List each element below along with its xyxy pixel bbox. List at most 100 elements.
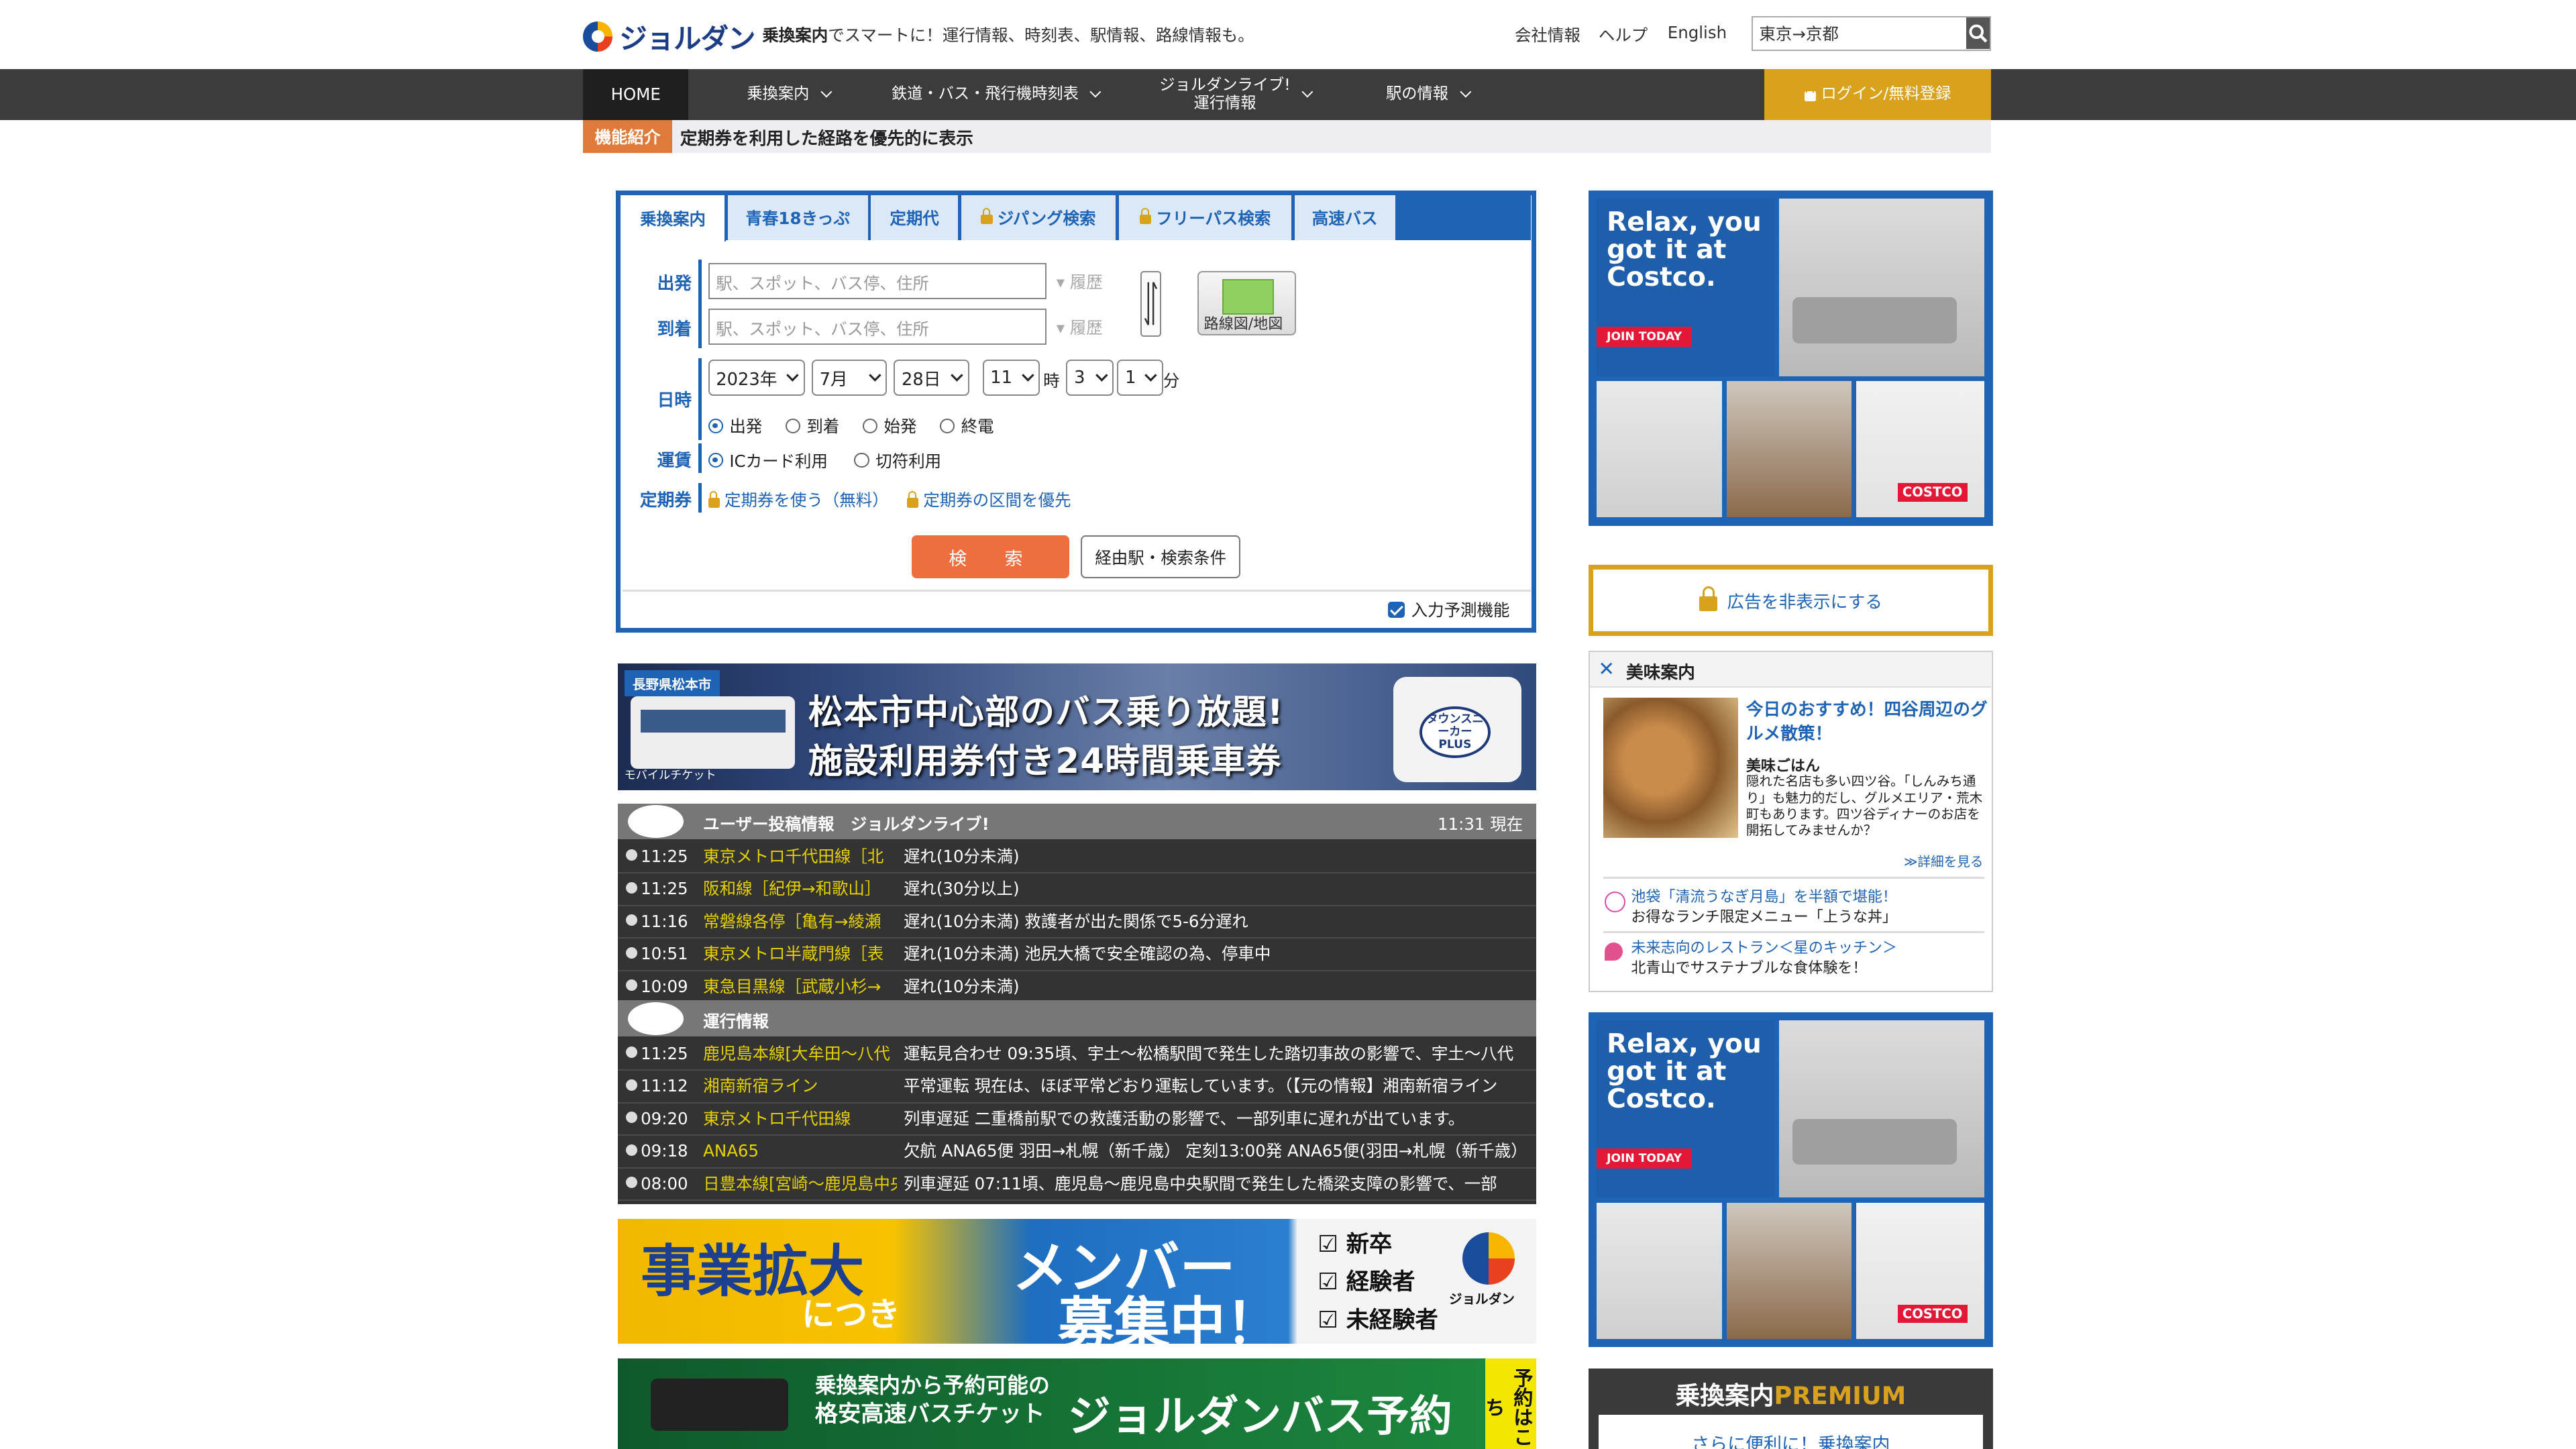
radio-ic-card[interactable]: ICカード利用 — [708, 449, 828, 472]
costco-ad-1[interactable]: Relax, you got it at Costco. JOIN TODAY … — [1589, 191, 1993, 526]
recruit-banner[interactable]: 事業拡大 につき メンバー 募集中！ ☑ 新卒 ☑ 経験者 ☑ 未経験者 ジョルダン — [617, 1219, 1536, 1344]
food-image[interactable] — [1603, 698, 1738, 838]
nav-transfer[interactable]: 乗換案内 — [723, 69, 855, 120]
login-button[interactable]: ログイン/無料登録 — [1764, 68, 1992, 120]
route-map-button[interactable]: 路線図/地図 — [1197, 271, 1297, 335]
row-line[interactable]: 鹿児島本線[大牟田～八代 — [703, 1038, 897, 1070]
info-row[interactable]: 09:20 東京メトロ千代田線 列車遅延 二重橋前駅での救護活動の影響で、一部列車に… — [617, 1104, 1536, 1136]
from-input[interactable]: 駅、スポット、バス停、住所 — [708, 262, 1046, 299]
chevron-down-icon — [1021, 369, 1034, 382]
english-link[interactable]: English — [1668, 23, 1727, 42]
day-select[interactable]: 28日 — [894, 360, 969, 396]
search-conditions-button[interactable]: 経由駅・検索条件 — [1081, 535, 1240, 579]
operation-info-header[interactable]: 運行情報 — [617, 1000, 1536, 1037]
row-time: 09:18 — [641, 1141, 688, 1161]
route-map-label: 路線図/地図 — [1203, 315, 1283, 333]
row-status: 欠航 ANA65便 羽田→札幌（新千歳） 定刻13:00発 ANA65便(羽田→… — [903, 1141, 1527, 1161]
banner-mobile: モバイルチケット — [624, 769, 716, 783]
radio-ticket[interactable]: 切符利用 — [854, 449, 941, 472]
clock-icon — [626, 979, 638, 991]
hide-ads-button[interactable]: 広告を非表示にする — [1589, 565, 1993, 636]
live-info-header[interactable]: ユーザー投稿情報 ジョルダンライブ! 11:31 現在 — [617, 803, 1536, 840]
nav-home[interactable]: HOME — [583, 68, 689, 120]
info-row[interactable]: 11:25 東京メトロ千代田線［北 遅れ(10分未満) — [617, 841, 1536, 874]
radio-last-train[interactable]: 終電 — [939, 414, 994, 437]
info-row[interactable]: 11:12 湘南新宿ライン 平常運転 現在は、ほぼ平常どおり運転しています。（【元の… — [617, 1071, 1536, 1104]
company-info-link[interactable]: 会社情報 — [1515, 23, 1580, 46]
pass-priority-link[interactable]: 定期券の区間を優先 — [906, 488, 1071, 511]
row-time: 11:25 — [641, 879, 688, 899]
row-line[interactable]: 日豊本線[宮崎～鹿児島中央] — [703, 1169, 897, 1200]
live-icon — [627, 804, 684, 838]
info-row[interactable]: 11:16 常磐線各停［亀有→綾瀬 遅れ(10分未満) 救護者が出た関係で5-6分遅… — [617, 906, 1536, 939]
lock-icon — [1139, 207, 1151, 225]
to-input[interactable]: 駅、スポット、バス停、住所 — [708, 309, 1046, 345]
radio-first-train[interactable]: 始発 — [862, 414, 916, 437]
tab-highway-bus[interactable]: 高速バス — [1294, 195, 1397, 240]
row-line[interactable]: 東急目黒線［武蔵小杉→ — [703, 971, 897, 1003]
ad-image — [1597, 1202, 1722, 1339]
nav-live[interactable]: ジョルダンライブ! 運行情報 — [1146, 69, 1324, 120]
to-history[interactable]: ▾ 履歴 — [1057, 315, 1103, 339]
row-line[interactable]: 阪和線［紀伊→和歌山］ — [703, 873, 897, 905]
minute-ones-select[interactable]: 1 — [1117, 360, 1163, 396]
month-select[interactable]: 7月 — [811, 360, 888, 396]
hour-select[interactable]: 11 — [982, 360, 1040, 396]
search-button[interactable] — [1966, 17, 1990, 49]
gourmet-more-link[interactable]: ≫詳細を見る — [1904, 851, 1983, 870]
warning-icon — [627, 1002, 684, 1035]
map-icon — [1222, 278, 1275, 315]
site-logo[interactable]: ジョルダン — [583, 16, 755, 56]
banner-line1: 松本市中心部のバス乗り放題! — [808, 692, 1284, 733]
radio-departure[interactable]: 出発 — [708, 414, 762, 437]
row-line[interactable]: 東京メトロ千代田線［北 — [703, 841, 897, 873]
feature-link[interactable]: 定期券を利用した経路を優先的に表示 — [680, 125, 973, 150]
ad-join: JOIN TODAY — [1597, 1148, 1692, 1169]
info-row[interactable]: 08:00 日豊本線[宮崎～鹿児島中央] 列車遅延 07:11頃、鹿児島～鹿児島中央… — [617, 1169, 1536, 1201]
info-row[interactable]: 10:51 東京メトロ半蔵門線［表 遅れ(10分未満) 池尻大橋で安全確認の為、停車… — [617, 938, 1536, 971]
gourmet-headline[interactable]: 今日のおすすめ！四谷周辺のグルメ散策！ — [1746, 698, 1989, 746]
row-time: 08:00 — [641, 1173, 688, 1193]
bus-image — [631, 696, 796, 769]
row-time: 10:09 — [641, 976, 688, 996]
year-select[interactable]: 2023年 — [708, 360, 805, 396]
gourmet-header: ✕ 美味案内 — [1590, 651, 1991, 688]
row-line[interactable]: 湘南新宿ライン — [703, 1071, 897, 1102]
row-status: 遅れ(30分以上) — [903, 879, 1020, 899]
ad-headline: Relax, you got it at Costco. — [1597, 1020, 1774, 1198]
row-line[interactable]: 常磐線各停［亀有→綾瀬 — [703, 906, 897, 938]
checkbox-icon — [1388, 601, 1405, 619]
bus-reservation-banner[interactable]: 乗換案内から予約可能の 格安高速バスチケット ジョルダンバス予約 予約はこち — [617, 1358, 1536, 1449]
ad-image — [1726, 1202, 1851, 1339]
tab-zipangu[interactable]: ジパング検索 — [961, 195, 1118, 240]
divider — [1603, 931, 1984, 933]
chevron-down-icon — [820, 86, 833, 98]
premium-box[interactable]: 乗換案内PREMIUM さらに便利に！乗換案内 — [1589, 1368, 1993, 1449]
radio-arrival[interactable]: 到着 — [785, 414, 839, 437]
row-line[interactable]: 東京メトロ千代田線 — [703, 1104, 897, 1135]
site-search-input[interactable] — [1752, 17, 1966, 49]
nav-station[interactable]: 駅の情報 — [1367, 69, 1489, 120]
tab-seishun18[interactable]: 青春18きっぷ — [727, 195, 869, 240]
tab-commuter-fare[interactable]: 定期代 — [870, 195, 960, 240]
info-row[interactable]: 10:09 東急目黒線［武蔵小杉→ 遅れ(10分未満) — [617, 971, 1536, 1004]
predict-checkbox[interactable]: 入力予測機能 — [1388, 598, 1509, 621]
use-pass-link[interactable]: 定期券を使う（無料） — [708, 488, 889, 511]
nav-timetable[interactable]: 鉄道・バス・飛行機時刻表 — [874, 69, 1117, 120]
from-history[interactable]: ▾ 履歴 — [1057, 270, 1103, 293]
costco-ad-2[interactable]: Relax, you got it at Costco. JOIN TODAY … — [1589, 1012, 1993, 1348]
info-row[interactable]: 09:18 ANA65 欠航 ANA65便 羽田→札幌（新千歳） 定刻13:00発 … — [617, 1136, 1536, 1169]
minute-tens-select[interactable]: 3 — [1066, 360, 1114, 396]
info-row[interactable]: 11:25 阪和線［紀伊→和歌山］ 遅れ(30分以上) — [617, 873, 1536, 906]
help-link[interactable]: ヘルプ — [1599, 23, 1648, 46]
tab-transfer[interactable]: 乗換案内 — [621, 195, 727, 241]
live-list: 11:25 東京メトロ千代田線［北 遅れ(10分未満) 11:25 阪和線［紀伊→和歌山… — [617, 841, 1536, 1004]
row-line[interactable]: ANA65 — [703, 1136, 897, 1167]
route-search-button[interactable]: 検 索 — [912, 535, 1070, 579]
info-row[interactable]: 11:25 鹿児島本線[大牟田～八代 運転見合わせ 09:35頃、宇土～松橋駅間で発… — [617, 1038, 1536, 1071]
chevron-down-icon — [1301, 86, 1313, 98]
tab-freepass[interactable]: フリーパス検索 — [1118, 195, 1293, 240]
matsumoto-bus-banner[interactable]: 長野県松本市 モバイルチケット 松本市中心部のバス乗り放題! 施設利用券付き24… — [617, 663, 1536, 790]
row-line[interactable]: 東京メトロ半蔵門線［表 — [703, 938, 897, 970]
swap-stations-button[interactable] — [1140, 271, 1162, 337]
